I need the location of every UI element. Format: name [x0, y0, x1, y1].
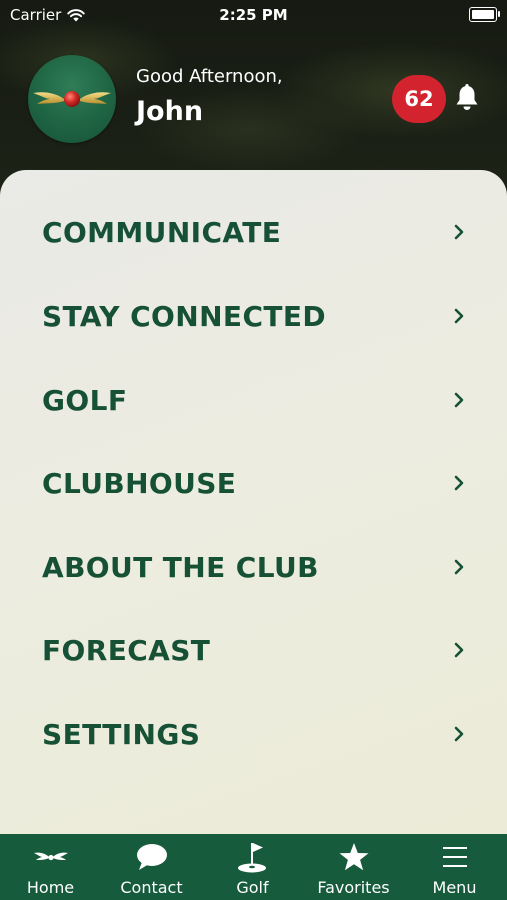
golf-flag-icon [237, 843, 266, 873]
greeting-text: Good Afternoon, [136, 66, 283, 87]
bell-icon[interactable] [453, 83, 481, 113]
user-name: John [136, 96, 204, 127]
hamburger-icon [442, 847, 467, 867]
chevron-right-icon [454, 392, 464, 408]
menu-item-stay-connected[interactable]: STAY CONNECTED [0, 276, 507, 356]
chevron-right-icon [454, 224, 464, 240]
chevron-right-icon [454, 726, 464, 742]
winged-ball-icon [33, 91, 111, 107]
tab-contact[interactable]: Contact [101, 834, 202, 900]
menu-item-clubhouse[interactable]: CLUBHOUSE [0, 443, 507, 523]
chat-bubble-icon [136, 844, 167, 870]
battery-icon [469, 7, 500, 22]
menu-item-communicate[interactable]: COMMUNICATE [0, 192, 507, 272]
tab-label: Golf [236, 878, 269, 897]
club-logo[interactable] [28, 55, 116, 143]
clock: 2:25 PM [219, 6, 288, 24]
bottom-tab-bar: Home Contact Golf Favorites Menu [0, 834, 507, 900]
tab-label: Menu [432, 878, 477, 897]
menu-item-label: STAY CONNECTED [42, 299, 327, 333]
menu-item-about-the-club[interactable]: ABOUT THE CLUB [0, 527, 507, 607]
tab-menu[interactable]: Menu [404, 834, 505, 900]
tab-label: Home [26, 878, 75, 897]
chevron-right-icon [454, 559, 464, 575]
tab-golf[interactable]: Golf [202, 834, 303, 900]
menu-item-golf[interactable]: GOLF [0, 360, 507, 440]
tab-label: Favorites [317, 878, 390, 897]
wings-icon [33, 852, 68, 861]
chevron-right-icon [454, 475, 464, 491]
menu-item-label: FORECAST [42, 633, 211, 667]
star-icon [339, 843, 368, 871]
menu-item-forecast[interactable]: FORECAST [0, 610, 507, 690]
menu-item-settings[interactable]: SETTINGS [0, 694, 507, 774]
tab-home[interactable]: Home [0, 834, 101, 900]
menu-item-label: ABOUT THE CLUB [42, 550, 319, 584]
menu-item-label: COMMUNICATE [42, 215, 282, 249]
menu-item-label: GOLF [42, 383, 128, 417]
notification-badge[interactable]: 62 [392, 75, 446, 123]
main-menu-panel: COMMUNICATE STAY CONNECTED GOLF CLUBHOUS… [0, 170, 507, 834]
tab-favorites[interactable]: Favorites [303, 834, 404, 900]
chevron-right-icon [454, 642, 464, 658]
chevron-right-icon [454, 308, 464, 324]
tab-label: Contact [120, 878, 183, 897]
menu-item-label: SETTINGS [42, 717, 201, 751]
menu-item-label: CLUBHOUSE [42, 466, 237, 500]
status-bar: Carrier 2:25 PM [0, 0, 507, 32]
